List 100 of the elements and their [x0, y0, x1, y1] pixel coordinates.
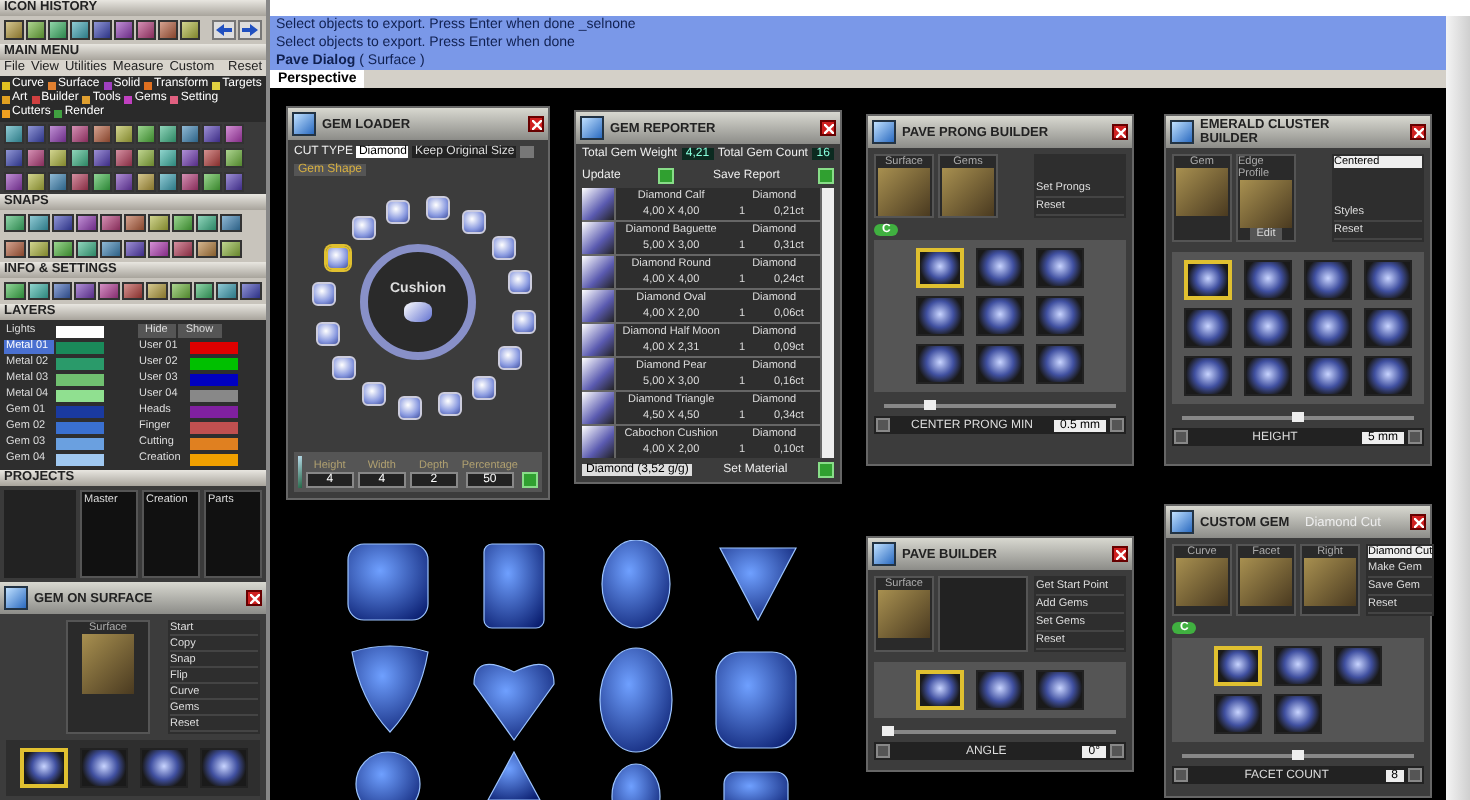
tool-icon[interactable] [4, 282, 26, 300]
snap-icon[interactable] [4, 214, 26, 232]
snap-icon[interactable] [148, 240, 170, 258]
snap-icon[interactable] [124, 240, 146, 258]
slider-thumb[interactable] [1292, 412, 1304, 422]
option-tile[interactable] [1364, 260, 1412, 300]
option-tile[interactable] [976, 344, 1024, 384]
slider-thumb[interactable] [924, 400, 937, 410]
gem-shape-icon[interactable] [362, 382, 386, 407]
set-material-button[interactable] [817, 462, 834, 478]
close-button[interactable] [1410, 124, 1426, 140]
color-swatch[interactable] [189, 341, 237, 353]
option-tile[interactable] [1244, 308, 1292, 348]
gem-shape-icon[interactable] [508, 270, 533, 295]
close-button[interactable] [246, 590, 262, 606]
update-button[interactable] [658, 168, 675, 184]
snap-icon[interactable] [4, 240, 26, 258]
close-button[interactable] [528, 116, 544, 132]
color-swatch[interactable] [56, 437, 104, 449]
color-swatch[interactable] [189, 453, 237, 465]
scrollbar[interactable] [822, 188, 834, 458]
color-swatch[interactable] [189, 421, 237, 433]
snap-icon[interactable] [220, 240, 242, 258]
tool-icon[interactable] [145, 282, 168, 300]
snap-icon[interactable] [196, 214, 218, 232]
slider-thumb[interactable] [1292, 750, 1304, 760]
color-swatch[interactable] [56, 357, 104, 369]
snap-icon[interactable] [52, 240, 74, 258]
color-swatch[interactable] [189, 405, 237, 417]
gem-shape-icon[interactable] [472, 375, 497, 400]
option-tile[interactable] [1036, 296, 1084, 336]
close-button[interactable] [1410, 514, 1426, 530]
gem-shape-icon[interactable] [498, 346, 523, 370]
color-swatch[interactable] [56, 325, 104, 337]
gem-shape-icon[interactable] [398, 395, 423, 420]
gem-shape-icon[interactable] [437, 392, 462, 417]
snap-icon[interactable] [28, 240, 50, 258]
snap-icon[interactable] [28, 214, 50, 232]
snap-icon[interactable] [76, 240, 98, 258]
color-swatch[interactable] [189, 373, 237, 385]
option-tile[interactable] [1214, 694, 1262, 734]
option-tile[interactable] [1244, 260, 1292, 300]
scrollbar[interactable] [1446, 16, 1470, 800]
color-swatch[interactable] [56, 341, 104, 353]
option-tile[interactable] [1274, 694, 1322, 734]
option-tile[interactable] [1304, 260, 1352, 300]
color-swatch[interactable] [56, 453, 104, 465]
color-swatch[interactable] [56, 389, 104, 401]
tool-icon[interactable] [240, 282, 262, 300]
snap-icon[interactable] [52, 214, 74, 232]
option-tile[interactable] [916, 296, 964, 336]
snap-icon[interactable] [220, 214, 242, 232]
snap-icon[interactable] [100, 214, 122, 232]
option-tile[interactable] [976, 670, 1024, 710]
snap-icon[interactable] [100, 240, 122, 258]
color-swatch[interactable] [189, 389, 237, 401]
tool-icon[interactable] [169, 282, 191, 300]
close-button[interactable] [1112, 124, 1128, 140]
gem-shape-icon[interactable] [351, 216, 376, 241]
option-tile[interactable] [1364, 356, 1412, 396]
gem-shape-icon[interactable] [312, 282, 337, 307]
option-tile[interactable] [199, 748, 247, 788]
option-tile[interactable] [1304, 356, 1352, 396]
option-tile[interactable] [1184, 356, 1232, 396]
option-tile[interactable] [1334, 646, 1382, 686]
tool-icon[interactable] [51, 282, 73, 300]
tool-icon[interactable] [27, 282, 50, 300]
option-tile[interactable] [1304, 308, 1352, 348]
close-button[interactable] [820, 120, 836, 136]
option-tile[interactable] [1244, 356, 1292, 396]
gem-shape-icon[interactable] [425, 196, 450, 221]
color-swatch[interactable] [56, 421, 104, 433]
back-arrow-button[interactable] [212, 20, 236, 40]
option-tile[interactable] [1036, 670, 1084, 710]
tool-icon[interactable] [216, 282, 239, 300]
color-swatch[interactable] [189, 437, 237, 449]
tool-icon[interactable] [98, 282, 121, 300]
option-tile[interactable] [916, 344, 964, 384]
gem-shape-icon[interactable] [491, 235, 516, 260]
option-tile[interactable] [1364, 308, 1412, 348]
gem-shape-icon[interactable] [511, 309, 536, 334]
gem-shape-icon[interactable] [462, 209, 486, 234]
tool-icon[interactable] [193, 282, 215, 300]
forward-arrow-button[interactable] [238, 20, 262, 40]
checkbox[interactable] [520, 146, 535, 158]
color-swatch[interactable] [56, 373, 104, 385]
gem-shape-icon[interactable] [332, 356, 357, 381]
snap-icon[interactable] [172, 214, 194, 232]
option-tile[interactable] [1274, 646, 1322, 686]
option-tile[interactable] [1036, 344, 1084, 384]
color-swatch[interactable] [56, 405, 104, 417]
snap-icon[interactable] [124, 214, 146, 232]
option-tile[interactable] [1036, 248, 1084, 288]
color-swatch[interactable] [189, 357, 237, 369]
option-tile[interactable] [79, 748, 127, 788]
gem-shape-icon[interactable] [315, 321, 340, 346]
snap-icon[interactable] [148, 214, 170, 232]
option-tile[interactable] [976, 248, 1024, 288]
tool-icon[interactable] [74, 282, 97, 300]
slider-thumb[interactable] [882, 726, 895, 736]
